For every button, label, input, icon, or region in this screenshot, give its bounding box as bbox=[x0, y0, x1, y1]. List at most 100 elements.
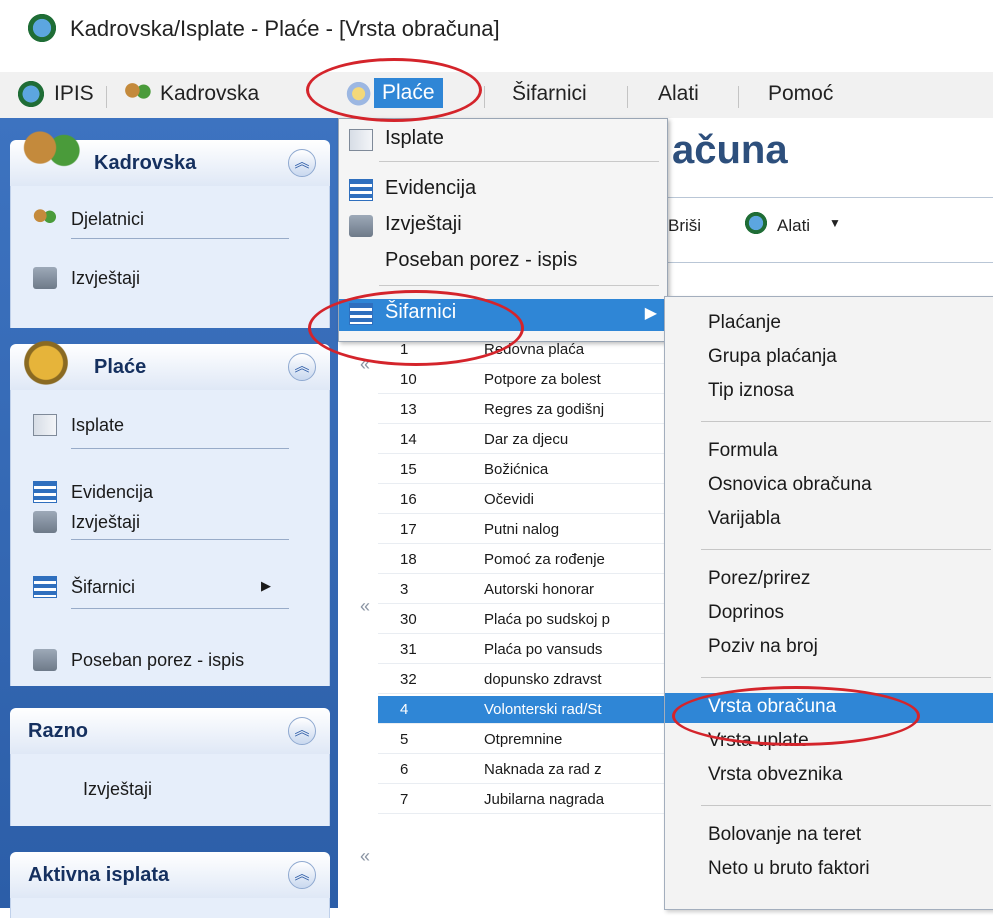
submenu-item[interactable]: Poziv na broj bbox=[665, 633, 993, 663]
table-row[interactable]: 31 Plaća po vansuds bbox=[378, 636, 678, 664]
kadrovska-icon bbox=[124, 82, 152, 106]
sidebar-item-isplate[interactable]: Isplate bbox=[11, 404, 329, 448]
submenu-item-label: Tip iznosa bbox=[708, 380, 794, 401]
sidebar-item-label: Izvještaji bbox=[83, 779, 153, 799]
submenu-item[interactable]: Vrsta obveznika bbox=[665, 761, 993, 791]
table-cell-name: Regres za godišnj bbox=[484, 401, 605, 418]
submenu-item[interactable]: Grupa plaćanja bbox=[665, 343, 993, 373]
submenu-item-label: Bolovanje na teret bbox=[708, 824, 862, 845]
panel-header[interactable]: Razno ︽ bbox=[10, 708, 330, 754]
sidebar-item-evidencija[interactable]: Evidencija bbox=[11, 471, 329, 503]
delete-button[interactable]: Briši bbox=[668, 216, 701, 236]
table-row[interactable]: 18 Pomoć za rođenje bbox=[378, 546, 678, 574]
collapse-icon[interactable]: ︽ bbox=[288, 149, 316, 177]
submenu-item-label: Plaćanje bbox=[708, 312, 781, 333]
sidebar-item-sifarnici[interactable]: Šifarnici ▶ bbox=[11, 566, 329, 610]
table-row[interactable]: 13 Regres za godišnj bbox=[378, 396, 678, 424]
table-row[interactable]: 7 Jubilarna nagrada bbox=[378, 786, 678, 814]
document-icon bbox=[349, 129, 373, 151]
table-row[interactable]: 6 Naknada za rad z bbox=[378, 756, 678, 784]
panel-header[interactable]: Plaće ︽ bbox=[10, 332, 330, 390]
ipis-icon bbox=[18, 81, 44, 107]
menu-kadrovska[interactable]: Kadrovska bbox=[160, 82, 259, 106]
table-row[interactable]: 5 Otpremnine bbox=[378, 726, 678, 754]
menu-sifarnici[interactable]: Šifarnici bbox=[512, 82, 587, 106]
table-row[interactable]: 3 Autorski honorar bbox=[378, 576, 678, 604]
panel-header[interactable]: Aktivna isplata ︽ bbox=[10, 852, 330, 898]
table-row[interactable]: 17 Putni nalog bbox=[378, 516, 678, 544]
submenu-arrow-icon: ▶ bbox=[644, 305, 657, 322]
submenu-item[interactable]: Neto u bruto faktori bbox=[665, 855, 993, 885]
submenu-item-label: Osnovica obračuna bbox=[708, 474, 872, 495]
table-cell-code: 17 bbox=[400, 521, 417, 538]
kadrovska-panel-icon bbox=[22, 128, 82, 184]
table-row[interactable]: 30 Plaća po sudskoj p bbox=[378, 606, 678, 634]
table-cell-name: Pomoć za rođenje bbox=[484, 551, 605, 568]
table-cell-name: Otpremnine bbox=[484, 731, 563, 748]
submenu-item-label: Porez/prirez bbox=[708, 568, 811, 589]
table-row[interactable]: 10 Potpore za bolest bbox=[378, 366, 678, 394]
menu-separator bbox=[627, 86, 628, 108]
table-cell-code: 7 bbox=[400, 791, 409, 808]
collapse-icon[interactable]: ︽ bbox=[288, 861, 316, 889]
submenu-item[interactable]: Doprinos bbox=[665, 599, 993, 629]
sidebar-item-izvjestaji[interactable]: Izvještaji bbox=[11, 257, 329, 301]
menu-item-izvjestaji[interactable]: Izvještaji bbox=[339, 211, 667, 241]
table-cell-name: Dar za djecu bbox=[484, 431, 569, 448]
submenu-item[interactable]: Tip iznosa bbox=[665, 377, 993, 407]
submenu-item[interactable]: Varijabla bbox=[665, 505, 993, 535]
sidebar-item-izvjestaji[interactable]: Izvještaji bbox=[11, 768, 329, 812]
menu-item-isplate[interactable]: Isplate bbox=[339, 125, 667, 159]
table-row[interactable]: 14 Dar za djecu bbox=[378, 426, 678, 454]
menu-ipis[interactable]: IPIS bbox=[54, 82, 94, 106]
printer-icon bbox=[33, 267, 57, 289]
sidebar-item-poseban-porez[interactable]: Poseban porez - ispis bbox=[11, 639, 329, 683]
collapse-left-icon[interactable]: « bbox=[360, 846, 372, 867]
document-icon bbox=[33, 414, 57, 436]
submenu-item[interactable]: Plaćanje bbox=[665, 309, 993, 339]
submenu-item[interactable]: Osnovica obračuna bbox=[665, 471, 993, 501]
panel-header[interactable]: Kadrovska ︽ bbox=[10, 128, 330, 186]
divider bbox=[701, 805, 991, 806]
submenu-item[interactable]: Formula bbox=[665, 437, 993, 467]
menu-item-poseban-porez[interactable]: Poseban porez - ispis bbox=[339, 247, 667, 277]
menu-alati[interactable]: Alati bbox=[658, 82, 699, 106]
sidebar-item-izvjestaji[interactable]: Izvještaji bbox=[11, 501, 329, 539]
sifarnici-submenu: Plaćanje Grupa plaćanja Tip iznosa Formula O… bbox=[664, 296, 993, 910]
table-cell-code: 31 bbox=[400, 641, 417, 658]
panel-body: Isplate Evidencija Izvještaji Šifarnici … bbox=[10, 390, 330, 686]
submenu-item[interactable]: Bolovanje na teret bbox=[665, 821, 993, 851]
table-cell-code: 15 bbox=[400, 461, 417, 478]
submenu-item[interactable]: Porez/prirez bbox=[665, 565, 993, 595]
highlight-ring-place-menu bbox=[306, 58, 482, 122]
menu-pomoc[interactable]: Pomoć bbox=[768, 82, 833, 106]
panel-title: Aktivna isplata bbox=[28, 864, 170, 886]
collapse-icon[interactable]: ︽ bbox=[288, 353, 316, 381]
table-row[interactable]: 15 Božićnica bbox=[378, 456, 678, 484]
table-cell-name: Plaća po vansuds bbox=[484, 641, 603, 658]
menu-separator bbox=[106, 86, 107, 108]
table-cell-name: Volonterski rad/St bbox=[484, 701, 602, 718]
divider bbox=[71, 539, 289, 540]
sidebar-item-djelatnici[interactable]: Djelatnici bbox=[11, 198, 329, 242]
printer-icon bbox=[33, 649, 57, 671]
table-cell-name: Putni nalog bbox=[484, 521, 560, 538]
table-cell-code: 18 bbox=[400, 551, 417, 568]
collapse-icon[interactable]: ︽ bbox=[288, 717, 316, 745]
divider bbox=[701, 549, 991, 550]
menu-item-label: Evidencija bbox=[385, 177, 477, 199]
table-row[interactable]: 4 Volonterski rad/St bbox=[378, 696, 678, 724]
submenu-item-label: Neto u bruto faktori bbox=[708, 858, 870, 879]
table-row[interactable]: 32 dopunsko zdravst bbox=[378, 666, 678, 694]
table-cell-code: 6 bbox=[400, 761, 409, 778]
submenu-item-label: Doprinos bbox=[708, 602, 785, 623]
table-row[interactable]: 16 Očevidi bbox=[378, 486, 678, 514]
table-cell-name: Plaća po sudskoj p bbox=[484, 611, 610, 628]
sidebar-item-label: Poseban porez - ispis bbox=[71, 650, 245, 670]
collapse-left-icon[interactable]: « bbox=[360, 596, 372, 617]
table-cell-name: Jubilarna nagrada bbox=[484, 791, 605, 808]
highlight-ring-vrsta-obracuna bbox=[672, 686, 920, 746]
menu-item-evidencija[interactable]: Evidencija bbox=[339, 175, 667, 205]
panel-kadrovska: Kadrovska ︽ Djelatnici Izvještaji bbox=[10, 128, 330, 328]
table-cell-code: 14 bbox=[400, 431, 417, 448]
